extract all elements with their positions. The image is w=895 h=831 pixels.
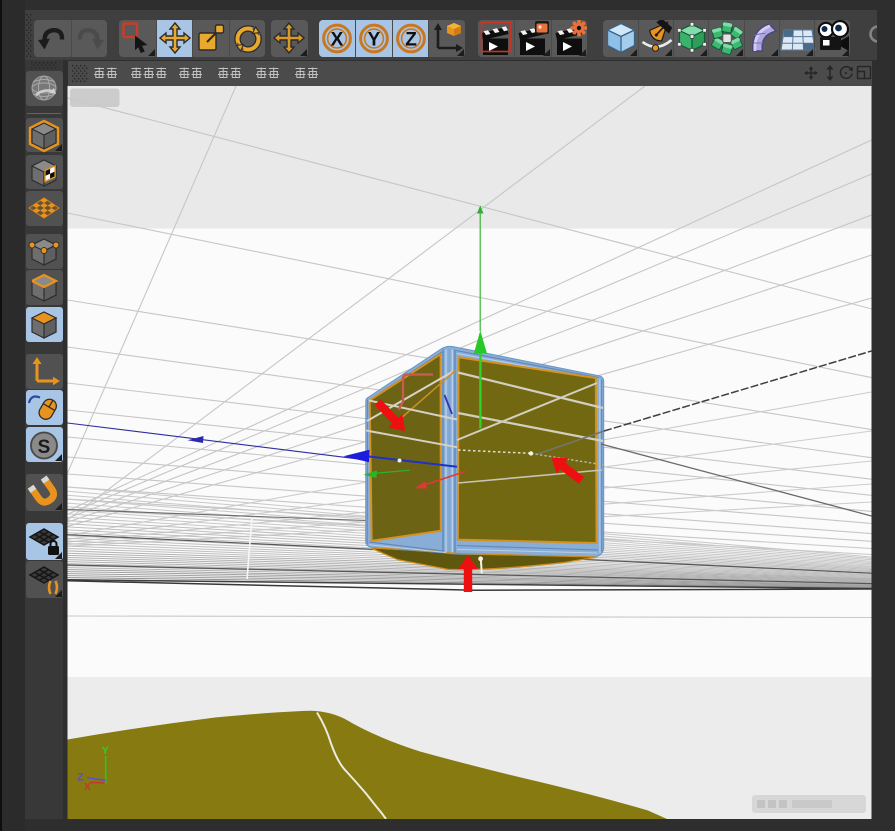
svg-text:Y: Y [368, 30, 381, 51]
svg-text:Z: Z [77, 772, 84, 784]
svg-text:Z: Z [405, 30, 417, 51]
svg-text:S: S [37, 437, 50, 458]
svg-text:Y: Y [102, 745, 110, 757]
svg-text:X: X [84, 782, 91, 793]
svg-text:X: X [330, 30, 343, 51]
